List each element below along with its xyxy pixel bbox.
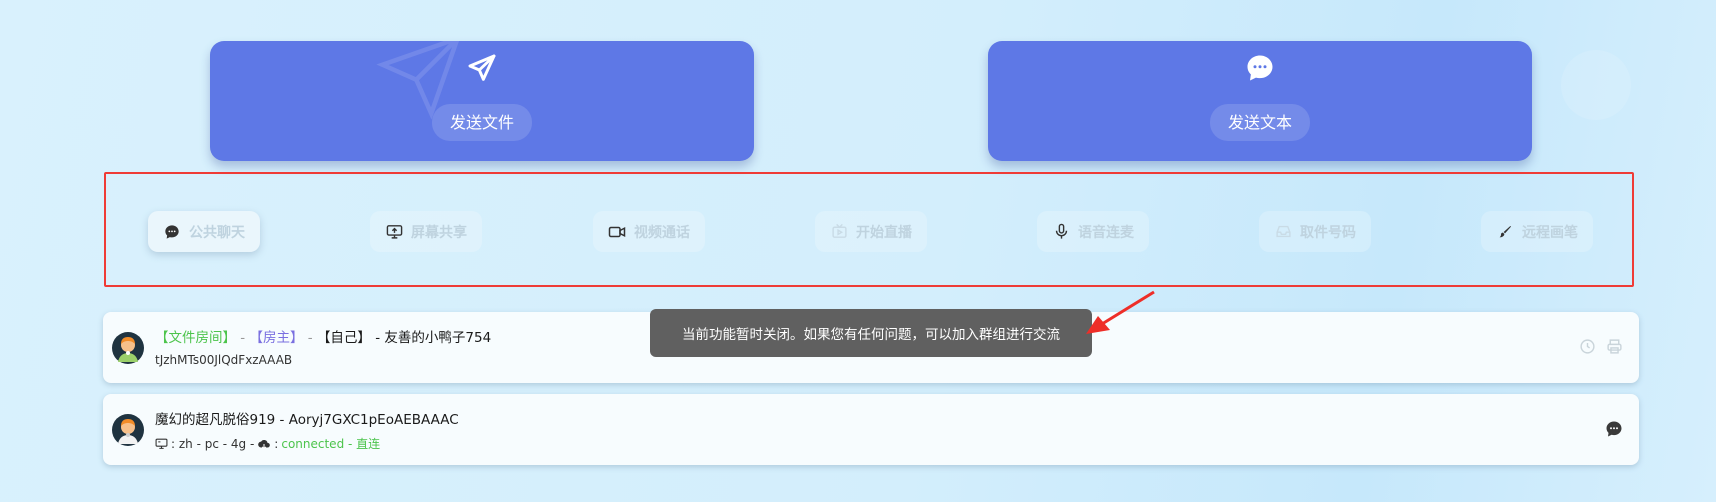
decorative-circle (1561, 50, 1631, 120)
row-actions (1605, 420, 1623, 438)
microphone-icon (1052, 223, 1070, 241)
function-label: 公共聊天 (189, 224, 245, 241)
function-screen-share[interactable]: 屏幕共享 (370, 211, 482, 252)
function-start-live[interactable]: 开始直播 (815, 211, 927, 252)
function-public-chat[interactable]: 公共聊天 (148, 211, 260, 252)
clock-icon[interactable] (1579, 338, 1596, 355)
function-label: 语音连麦 (1078, 224, 1134, 241)
send-file-card[interactable]: 发送文件 (210, 41, 754, 161)
function-label: 取件号码 (1300, 224, 1356, 241)
function-label: 视频通话 (634, 224, 690, 241)
send-file-button[interactable]: 发送文件 (431, 104, 533, 141)
avatar (112, 414, 144, 446)
chat-bubble-icon[interactable] (1605, 420, 1623, 438)
function-label: 屏幕共享 (411, 224, 467, 241)
function-label: 开始直播 (856, 224, 912, 241)
brush-icon (1496, 223, 1514, 241)
user-name: - 友善的小鸭子754 (370, 330, 492, 346)
live-tv-icon (830, 223, 848, 241)
room-type-tag: 【文件房间】 (155, 330, 236, 346)
self-tag: 【自己】 (316, 330, 371, 346)
row-actions (1579, 338, 1623, 355)
video-camera-icon (608, 223, 626, 241)
chat-bubble-icon (163, 223, 181, 241)
avatar (112, 332, 144, 364)
send-text-button[interactable]: 发送文本 (1209, 104, 1311, 141)
monitor-icon (155, 438, 168, 449)
printer-icon[interactable] (1606, 338, 1623, 355)
toast-message: 当前功能暂时关闭。如果您有任何问题，可以加入群组进行交流 (650, 309, 1092, 357)
user-title: 【文件房间】 - 【房主】 - 【自己】 - 友善的小鸭子754 (155, 330, 492, 346)
owner-tag: 【房主】 (249, 330, 304, 346)
paper-plane-icon (465, 51, 499, 85)
function-video-call[interactable]: 视频通话 (593, 211, 705, 252)
function-voice-chat[interactable]: 语音连麦 (1037, 211, 1149, 252)
function-pickup-code[interactable]: 取件号码 (1259, 211, 1371, 252)
peer-status-line: : zh - pc - 4g - : connected - 直连 (155, 435, 380, 452)
connection-status: connected - 直连 (281, 437, 381, 451)
annotation-arrow (1086, 290, 1155, 334)
device-info: : zh - pc - 4g - (171, 436, 255, 451)
inbox-icon (1274, 223, 1292, 241)
function-label: 远程画笔 (1522, 224, 1578, 241)
peer-name: 魔幻的超凡脱俗919 - Aoryj7GXC1pEoAEBAAAC (155, 412, 459, 428)
user-row-peer[interactable]: 魔幻的超凡脱俗919 - Aoryj7GXC1pEoAEBAAAC : zh -… (103, 394, 1639, 465)
chat-bubble-icon (1243, 51, 1277, 85)
screen-share-icon (385, 223, 403, 241)
function-remote-brush[interactable]: 远程画笔 (1481, 211, 1593, 252)
cloud-icon (258, 439, 271, 449)
send-text-card[interactable]: 发送文本 (988, 41, 1532, 161)
user-id: tJzhMTs00JlQdFxzAAAB (155, 353, 293, 367)
